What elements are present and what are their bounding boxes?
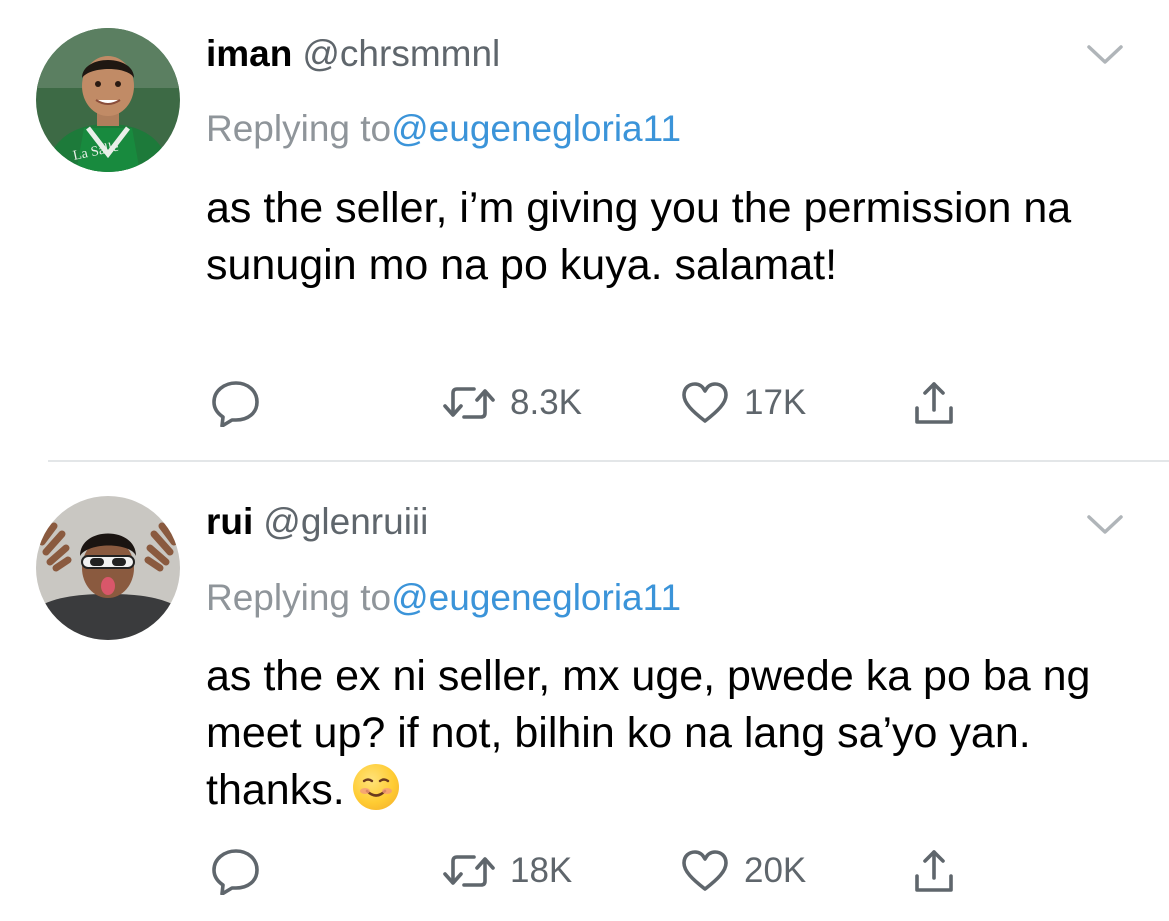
like-count: 17K xyxy=(744,383,807,422)
author-row: rui @glenruiii xyxy=(206,501,428,543)
replying-to: Replying to@eugenegloria11 xyxy=(206,577,681,619)
avatar[interactable]: La Salle xyxy=(36,28,180,172)
heart-icon xyxy=(682,850,728,891)
share-icon xyxy=(915,850,953,892)
retweet-icon xyxy=(443,855,495,887)
author-row: iman @chrsmmnl xyxy=(206,33,500,75)
avatar[interactable] xyxy=(36,496,180,640)
share-icon xyxy=(915,382,953,424)
tweet-text: as the seller, i’m giving you the permis… xyxy=(206,184,1072,289)
display-name[interactable]: iman xyxy=(206,33,292,74)
replying-to-label: Replying to xyxy=(206,577,392,618)
share-button[interactable] xyxy=(912,846,956,896)
reply-button[interactable] xyxy=(210,378,262,428)
tweet-text: as the ex ni seller, mx uge, pwede ka po… xyxy=(206,652,1091,814)
retweet-button[interactable]: 18K xyxy=(442,846,572,896)
retweet-icon xyxy=(443,387,495,419)
tweet-actions: 8.3K 17K xyxy=(0,378,1169,428)
tweet: rui @glenruiii Replying to@eugenegloria11… xyxy=(0,462,1169,921)
person-avatar-icon xyxy=(36,496,180,640)
replying-to: Replying to@eugenegloria11 xyxy=(206,108,681,150)
person-avatar-icon: La Salle xyxy=(36,28,180,172)
replying-to-handle[interactable]: @eugenegloria11 xyxy=(391,108,681,149)
heart-icon xyxy=(682,382,728,423)
like-button[interactable]: 20K xyxy=(680,846,806,896)
user-handle[interactable]: @glenruiii xyxy=(263,501,428,542)
like-count: 20K xyxy=(744,851,807,890)
chevron-down-icon[interactable] xyxy=(1085,42,1125,68)
replying-to-label: Replying to xyxy=(206,108,392,149)
reply-icon xyxy=(212,381,259,427)
retweet-button[interactable]: 8.3K xyxy=(442,378,582,428)
reply-button[interactable] xyxy=(210,846,262,896)
tweet: La Salle iman @chrsmmnl Replying to@eugen… xyxy=(0,0,1169,460)
smiling-face-emoji-icon xyxy=(352,764,399,810)
retweet-count: 8.3K xyxy=(510,383,582,422)
user-handle[interactable]: @chrsmmnl xyxy=(302,33,500,74)
share-button[interactable] xyxy=(912,378,956,428)
retweet-count: 18K xyxy=(510,851,573,890)
reply-icon xyxy=(212,849,259,895)
chevron-down-icon[interactable] xyxy=(1085,512,1125,538)
tweet-text-container: as the ex ni seller, mx uge, pwede ka po… xyxy=(206,648,1126,819)
like-button[interactable]: 17K xyxy=(680,378,806,428)
tweet-actions: 18K 20K xyxy=(0,846,1169,896)
display-name[interactable]: rui xyxy=(206,501,253,542)
replying-to-handle[interactable]: @eugenegloria11 xyxy=(391,577,681,618)
